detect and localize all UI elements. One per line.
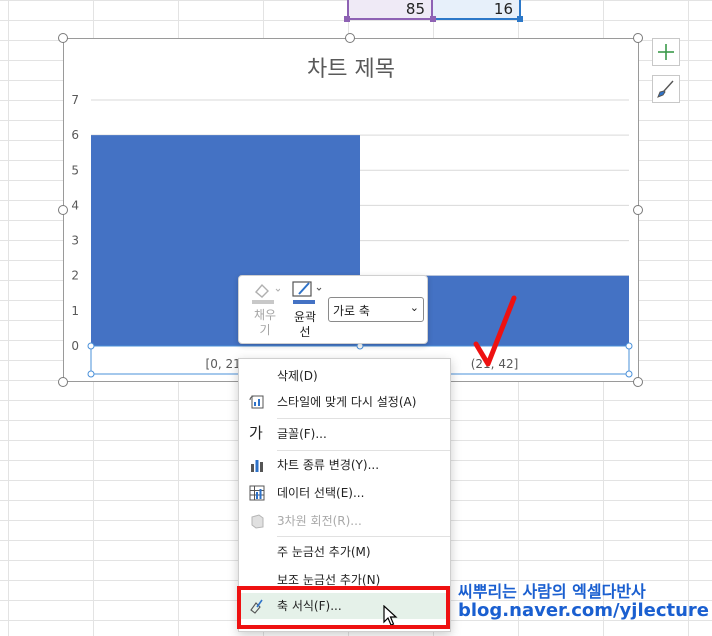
menu-separator <box>277 536 450 537</box>
y-tick-label: 5 <box>71 163 79 177</box>
y-tick-label: 0 <box>71 339 79 353</box>
chart-resize-handle[interactable] <box>58 377 68 387</box>
menu-item-change-chart-type[interactable]: 차트 종류 변경(Y)... <box>239 452 450 478</box>
3d-rotation-icon <box>251 514 264 529</box>
chart-styles-button[interactable] <box>652 75 680 103</box>
chart-element-select-value: 가로 축 <box>333 304 370 318</box>
y-tick-label: 2 <box>71 269 79 283</box>
menu-item-3d-rotation[interactable]: 3차원 회전(R)... <box>239 508 450 534</box>
menu-separator <box>277 450 450 451</box>
cell-value-b[interactable]: 16 <box>433 0 521 20</box>
plus-icon <box>658 44 674 60</box>
chevron-down-icon: ⌄ <box>409 301 419 314</box>
y-tick-label: 4 <box>71 198 79 212</box>
range-handle[interactable] <box>517 16 523 22</box>
range-handle[interactable] <box>430 16 436 22</box>
y-tick-label: 3 <box>71 234 79 248</box>
chart-resize-handle[interactable] <box>633 205 643 215</box>
menu-item-label: 스타일에 맞게 다시 설정(A) <box>277 395 417 409</box>
menu-item-label: 글꼴(F)... <box>277 427 327 441</box>
chart-type-icon <box>251 460 263 472</box>
menu-item-label: 차트 종류 변경(Y)... <box>277 458 380 472</box>
menu-item-add-major-gridlines[interactable]: 주 눈금선 추가(M) <box>239 539 450 565</box>
menu-separator <box>277 418 450 419</box>
reset-style-icon <box>249 395 264 409</box>
watermark-url: blog.naver.com/yjlecture <box>458 600 710 621</box>
font-icon: 가 <box>249 424 263 442</box>
chart-resize-handle[interactable] <box>633 33 643 43</box>
paint-bucket-icon <box>252 283 281 304</box>
axis-selection-handle <box>625 370 633 378</box>
y-tick-label: 6 <box>71 128 79 142</box>
cell-value-a[interactable]: 85 <box>347 0 433 20</box>
y-tick-label: 1 <box>71 304 79 318</box>
chart-resize-handle[interactable] <box>58 33 68 43</box>
axis-selection-handle <box>625 342 633 350</box>
select-data-icon <box>249 485 265 501</box>
highlight-box <box>237 586 450 629</box>
chart-resize-handle[interactable] <box>633 377 643 387</box>
outline-label: 윤곽 선 <box>293 310 317 339</box>
menu-item-label: 삭제(D) <box>277 369 318 383</box>
menu-item-select-data[interactable]: 데이터 선택(E)... <box>239 480 450 506</box>
axis-selection-handle <box>87 342 95 350</box>
chart-resize-handle[interactable] <box>345 33 355 43</box>
y-tick-label: 7 <box>71 93 79 107</box>
chart-resize-handle[interactable] <box>58 205 68 215</box>
menu-item-label: 데이터 선택(E)... <box>277 486 365 500</box>
mini-toolbar: 채우 기 윤곽 선 가로 축 ⌄ <box>238 275 428 344</box>
chart-elements-button[interactable] <box>652 38 680 66</box>
chart-element-select[interactable]: 가로 축 ⌄ <box>328 297 424 322</box>
menu-item-label: 3차원 회전(R)... <box>277 514 362 528</box>
menu-item-delete[interactable]: 삭제(D) <box>239 363 450 389</box>
pen-outline-icon <box>292 281 322 304</box>
menu-item-label: 주 눈금선 추가(M) <box>277 545 371 559</box>
outline-button[interactable]: 윤곽 선 <box>287 280 323 340</box>
checkmark-icon <box>473 295 517 367</box>
brush-icon <box>657 80 674 98</box>
watermark-title: 씨뿌리는 사람의 엑셀다반사 <box>458 582 646 601</box>
axis-selection-handle <box>87 370 95 378</box>
fill-button[interactable]: 채우 기 <box>247 280 283 338</box>
menu-item-font[interactable]: 가 글꼴(F)... <box>239 421 450 447</box>
range-handle[interactable] <box>344 16 350 22</box>
menu-item-reset-style[interactable]: 스타일에 맞게 다시 설정(A) <box>239 389 450 415</box>
fill-label: 채우 기 <box>253 308 277 337</box>
